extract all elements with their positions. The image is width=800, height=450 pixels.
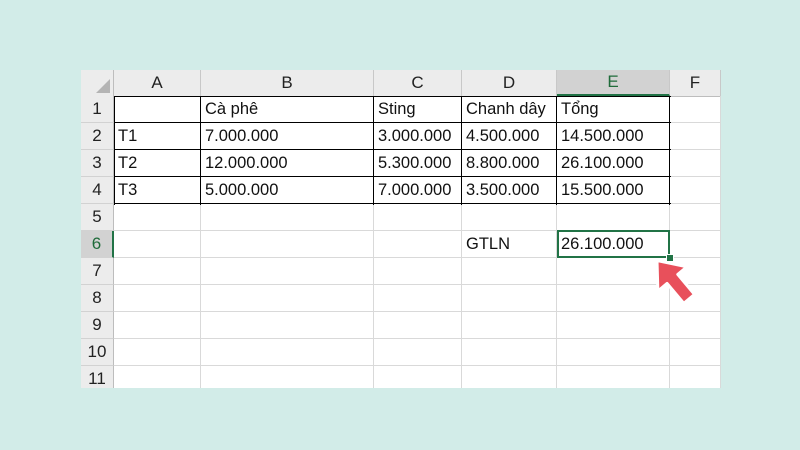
column-header-e[interactable]: E xyxy=(557,70,670,96)
arrow-pointer-icon xyxy=(650,252,700,317)
table-border-horizontal xyxy=(114,149,671,150)
cell-c3[interactable]: 5.300.000 xyxy=(374,150,462,177)
cell-c2[interactable]: 3.000.000 xyxy=(374,123,462,150)
cell-c11[interactable] xyxy=(374,366,462,388)
cell-b2[interactable]: 7.000.000 xyxy=(201,123,374,150)
cell-c10[interactable] xyxy=(374,339,462,366)
cell-a6[interactable] xyxy=(114,231,201,258)
cell-e2[interactable]: 14.500.000 xyxy=(557,123,670,150)
cell-e10[interactable] xyxy=(557,339,670,366)
column-header-d[interactable]: D xyxy=(462,70,557,96)
cell-d4[interactable]: 3.500.000 xyxy=(462,177,557,204)
table-border-vertical xyxy=(200,96,201,205)
cell-b3[interactable]: 12.000.000 xyxy=(201,150,374,177)
select-all-button[interactable] xyxy=(81,70,114,96)
cell-a8[interactable] xyxy=(114,285,201,312)
table-border-vertical xyxy=(669,96,670,205)
row-header-11[interactable]: 11 xyxy=(81,366,114,388)
row-header-6[interactable]: 6 xyxy=(81,231,114,258)
row-header-8[interactable]: 8 xyxy=(81,285,114,312)
cell-c8[interactable] xyxy=(374,285,462,312)
cell-a3[interactable]: T2 xyxy=(114,150,201,177)
table-border-horizontal xyxy=(114,176,671,177)
row-header-4[interactable]: 4 xyxy=(81,177,114,204)
cell-a2[interactable]: T1 xyxy=(114,123,201,150)
row-header-10[interactable]: 10 xyxy=(81,339,114,366)
cell-a5[interactable] xyxy=(114,204,201,231)
cell-b7[interactable] xyxy=(201,258,374,285)
cell-a4[interactable]: T3 xyxy=(114,177,201,204)
cell-b1[interactable]: Cà phê xyxy=(201,96,374,123)
cell-c6[interactable] xyxy=(374,231,462,258)
column-header-f[interactable]: F xyxy=(670,70,721,96)
cell-f2[interactable] xyxy=(670,123,721,150)
row-header-1[interactable]: 1 xyxy=(81,96,114,123)
cell-c7[interactable] xyxy=(374,258,462,285)
cell-e5[interactable] xyxy=(557,204,670,231)
cell-c4[interactable]: 7.000.000 xyxy=(374,177,462,204)
cell-b8[interactable] xyxy=(201,285,374,312)
select-all-triangle-icon xyxy=(96,79,110,93)
cell-a9[interactable] xyxy=(114,312,201,339)
cell-d8[interactable] xyxy=(462,285,557,312)
cell-d1[interactable]: Chanh dây xyxy=(462,96,557,123)
row-header-5[interactable]: 5 xyxy=(81,204,114,231)
cell-e1[interactable]: Tổng xyxy=(557,96,670,123)
cell-e4[interactable]: 15.500.000 xyxy=(557,177,670,204)
table-border-horizontal xyxy=(114,96,671,97)
table-border-horizontal xyxy=(114,122,671,123)
spreadsheet-grid: A B C D E F 1 Cà phê Sting Chanh dây Tổng 2 T1 7.000.… xyxy=(81,70,721,388)
cell-d3[interactable]: 8.800.000 xyxy=(462,150,557,177)
cell-a10[interactable] xyxy=(114,339,201,366)
cell-f1[interactable] xyxy=(670,96,721,123)
cell-b6[interactable] xyxy=(201,231,374,258)
cell-d2[interactable]: 4.500.000 xyxy=(462,123,557,150)
cell-c5[interactable] xyxy=(374,204,462,231)
cell-b4[interactable]: 5.000.000 xyxy=(201,177,374,204)
cell-f10[interactable] xyxy=(670,339,721,366)
row-header-3[interactable]: 3 xyxy=(81,150,114,177)
row-header-2[interactable]: 2 xyxy=(81,123,114,150)
column-header-a[interactable]: A xyxy=(114,70,201,96)
cell-d5[interactable] xyxy=(462,204,557,231)
cell-f11[interactable] xyxy=(670,366,721,388)
table-border-vertical xyxy=(114,96,115,205)
cell-a11[interactable] xyxy=(114,366,201,388)
cell-b11[interactable] xyxy=(201,366,374,388)
cell-a1[interactable] xyxy=(114,96,201,123)
cell-f5[interactable] xyxy=(670,204,721,231)
cell-f3[interactable] xyxy=(670,150,721,177)
row-header-7[interactable]: 7 xyxy=(81,258,114,285)
cell-a7[interactable] xyxy=(114,258,201,285)
cell-b5[interactable] xyxy=(201,204,374,231)
column-header-b[interactable]: B xyxy=(201,70,374,96)
cell-d7[interactable] xyxy=(462,258,557,285)
cell-e3[interactable]: 26.100.000 xyxy=(557,150,670,177)
cell-b10[interactable] xyxy=(201,339,374,366)
table-border-horizontal xyxy=(114,203,671,204)
table-border-vertical xyxy=(373,96,374,205)
cell-c9[interactable] xyxy=(374,312,462,339)
cell-c1[interactable]: Sting xyxy=(374,96,462,123)
cell-d11[interactable] xyxy=(462,366,557,388)
cell-b9[interactable] xyxy=(201,312,374,339)
row-header-9[interactable]: 9 xyxy=(81,312,114,339)
cell-d10[interactable] xyxy=(462,339,557,366)
cell-f4[interactable] xyxy=(670,177,721,204)
table-border-vertical xyxy=(556,96,557,205)
cell-d9[interactable] xyxy=(462,312,557,339)
table-border-vertical xyxy=(461,96,462,205)
cell-e11[interactable] xyxy=(557,366,670,388)
cell-d6[interactable]: GTLN xyxy=(462,231,557,258)
column-header-c[interactable]: C xyxy=(374,70,462,96)
